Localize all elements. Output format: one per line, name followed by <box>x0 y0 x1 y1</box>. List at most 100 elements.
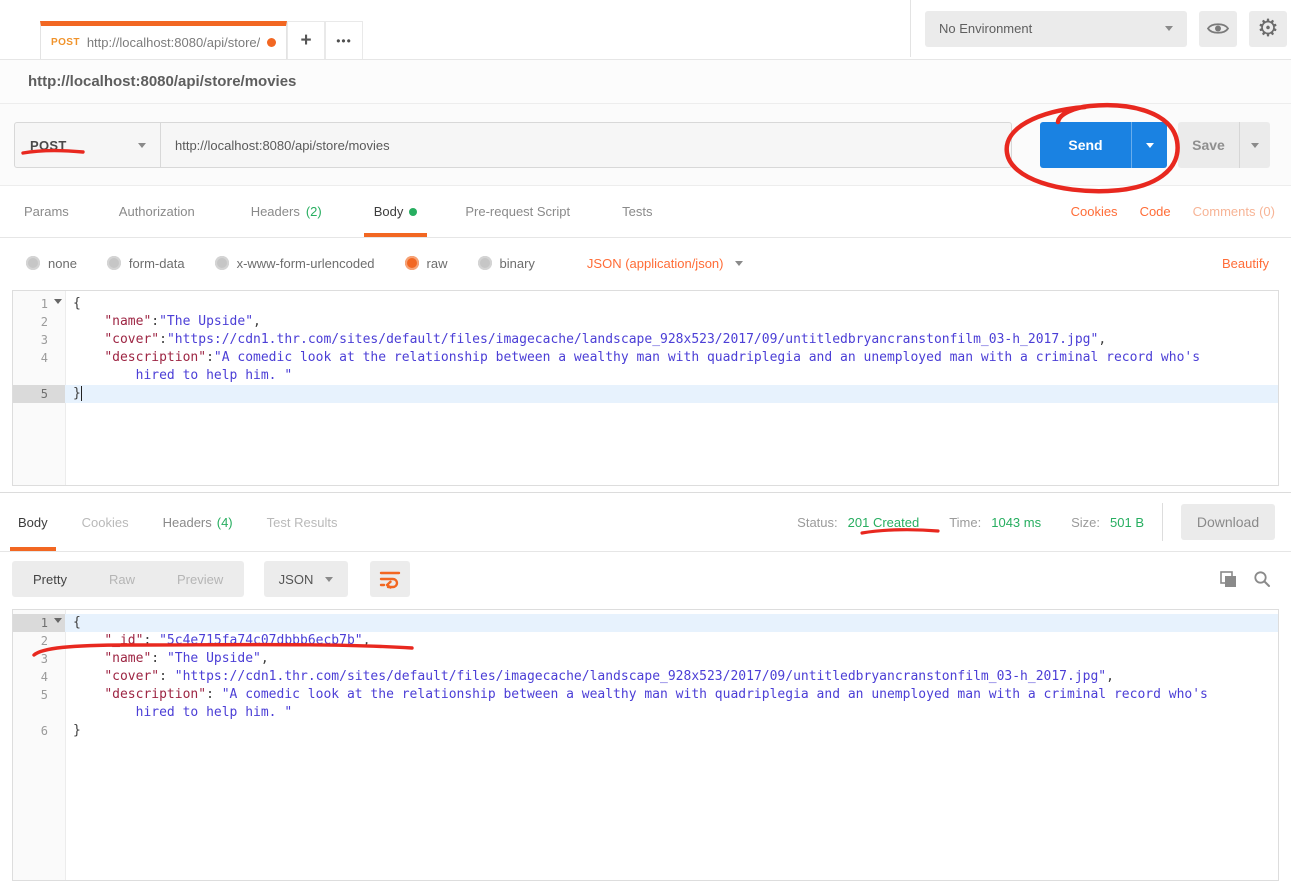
save-button[interactable]: Save <box>1178 122 1239 168</box>
response-tab-headers[interactable]: Headers (4) <box>159 493 237 551</box>
request-tab[interactable]: POST http://localhost:8080/api/store/ <box>40 21 287 59</box>
code-line[interactable]: 2 "_id": "5c4e715fa74c07dbbb6ecb7b", <box>13 632 1278 650</box>
code-line[interactable]: 1{ <box>13 295 1278 313</box>
tab-method-label: POST <box>51 37 80 48</box>
line-number: 5 <box>13 686 65 722</box>
search-icon <box>1253 570 1271 588</box>
response-status-zone: Status: 201 Created Time: 1043 ms Size: … <box>797 503 1275 541</box>
fold-caret-icon[interactable] <box>54 299 62 304</box>
unsaved-changes-dot-icon <box>267 38 276 47</box>
response-tab-cookies[interactable]: Cookies <box>78 493 133 551</box>
tab-authorization[interactable]: Authorization <box>113 186 201 237</box>
radio-icon <box>107 256 121 270</box>
send-options-button[interactable] <box>1131 122 1167 168</box>
code-line[interactable]: 5} <box>13 385 1278 403</box>
beautify-link[interactable]: Beautify <box>1222 256 1269 271</box>
radio-form-data[interactable]: form-data <box>107 256 185 271</box>
request-url-row: POST Send Save <box>0 104 1291 186</box>
save-options-button[interactable] <box>1239 122 1270 168</box>
comments-link[interactable]: Comments (0) <box>1193 204 1275 219</box>
response-headers-label: Headers <box>163 515 212 530</box>
radio-selected-icon <box>405 256 419 270</box>
headers-count-badge: (2) <box>306 204 322 219</box>
wrap-text-icon <box>379 569 401 589</box>
save-button-group: Save <box>1178 122 1270 168</box>
tab-headers[interactable]: Headers (2) <box>245 186 328 237</box>
tab-params[interactable]: Params <box>18 186 75 237</box>
line-number: 3 <box>13 331 65 349</box>
download-button[interactable]: Download <box>1181 504 1275 540</box>
content-type-select[interactable]: JSON (application/json) <box>587 256 744 271</box>
method-label: POST <box>30 138 67 153</box>
tab-pre-request-script[interactable]: Pre-request Script <box>459 186 576 237</box>
search-response-button[interactable] <box>1253 570 1271 588</box>
environment-selected-label: No Environment <box>939 21 1032 36</box>
cookies-link[interactable]: Cookies <box>1071 204 1118 219</box>
chevron-down-icon <box>138 143 146 148</box>
time-value: 1043 ms <box>991 515 1041 530</box>
response-body-editor[interactable]: 1{2 "_id": "5c4e715fa74c07dbbb6ecb7b",3 … <box>12 609 1279 881</box>
tab-headers-label: Headers <box>251 204 300 219</box>
gear-icon: ⚙ <box>1257 17 1279 41</box>
code-line[interactable]: 1{ <box>13 614 1278 632</box>
url-input[interactable] <box>161 123 1011 167</box>
tab-tests[interactable]: Tests <box>616 186 658 237</box>
view-raw[interactable]: Raw <box>88 572 156 587</box>
wrap-text-button[interactable] <box>370 561 410 597</box>
line-number: 5 <box>13 385 65 403</box>
radio-x-www-form-urlencoded[interactable]: x-www-form-urlencoded <box>215 256 375 271</box>
tab-body[interactable]: Body <box>368 186 424 237</box>
tab-body-label: Body <box>374 204 404 219</box>
url-combo: POST <box>14 122 1012 168</box>
status-label: Status: <box>797 515 837 530</box>
more-tabs-button[interactable]: ••• <box>325 21 363 59</box>
send-button[interactable]: Send <box>1040 122 1131 168</box>
code-line[interactable]: 6} <box>13 722 1278 740</box>
response-tool-icons <box>1219 561 1271 597</box>
response-meta-row: Body Cookies Headers (4) Test Results St… <box>0 493 1291 552</box>
body-type-row: none form-data x-www-form-urlencoded raw… <box>0 238 1291 288</box>
status-value: 201 Created <box>848 515 920 530</box>
chevron-down-icon <box>1165 26 1173 31</box>
line-number: 1 <box>13 614 65 632</box>
chevron-down-icon <box>1251 143 1259 148</box>
code-line[interactable]: 4 "description":"A comedic look at the r… <box>13 349 1278 385</box>
radio-none[interactable]: none <box>26 256 77 271</box>
radio-icon <box>26 256 40 270</box>
radio-form-data-label: form-data <box>129 256 185 271</box>
new-tab-button[interactable]: + <box>287 21 325 59</box>
response-tab-test-results[interactable]: Test Results <box>263 493 342 551</box>
fold-caret-icon[interactable] <box>54 618 62 623</box>
code-link[interactable]: Code <box>1140 204 1171 219</box>
environment-select[interactable]: No Environment <box>925 11 1187 47</box>
line-number: 3 <box>13 650 65 668</box>
code-line[interactable]: 3 "cover":"https://cdn1.thr.com/sites/de… <box>13 331 1278 349</box>
radio-urlencoded-label: x-www-form-urlencoded <box>237 256 375 271</box>
view-preview[interactable]: Preview <box>156 572 244 587</box>
chevron-down-icon <box>735 261 743 266</box>
settings-button[interactable]: ⚙ <box>1249 11 1287 47</box>
code-line[interactable]: 4 "cover": "https://cdn1.thr.com/sites/d… <box>13 668 1278 686</box>
radio-binary[interactable]: binary <box>478 256 535 271</box>
request-title-row: http://localhost:8080/api/store/movies <box>0 60 1291 104</box>
method-select[interactable]: POST <box>15 123 161 167</box>
radio-raw[interactable]: raw <box>405 256 448 271</box>
response-section: Body Cookies Headers (4) Test Results St… <box>0 492 1291 881</box>
radio-none-label: none <box>48 256 77 271</box>
code-line[interactable]: 3 "name": "The Upside", <box>13 650 1278 668</box>
line-number: 6 <box>13 722 65 740</box>
response-format-select[interactable]: JSON <box>264 561 348 597</box>
response-toolbar: Pretty Raw Preview JSON <box>0 552 1291 607</box>
postman-app: POST http://localhost:8080/api/store/ + … <box>0 0 1291 884</box>
radio-raw-label: raw <box>427 256 448 271</box>
view-pretty[interactable]: Pretty <box>12 572 88 587</box>
environment-quick-look-button[interactable] <box>1199 11 1237 47</box>
eye-icon <box>1207 21 1229 36</box>
copy-response-button[interactable] <box>1219 570 1237 588</box>
size-value: 501 B <box>1110 515 1144 530</box>
response-tab-body[interactable]: Body <box>14 493 52 551</box>
request-body-editor[interactable]: 1{2 "name":"The Upside",3 "cover":"https… <box>12 290 1279 486</box>
code-line[interactable]: 5 "description": "A comedic look at the … <box>13 686 1278 722</box>
code-line[interactable]: 2 "name":"The Upside", <box>13 313 1278 331</box>
divider <box>1162 503 1163 541</box>
